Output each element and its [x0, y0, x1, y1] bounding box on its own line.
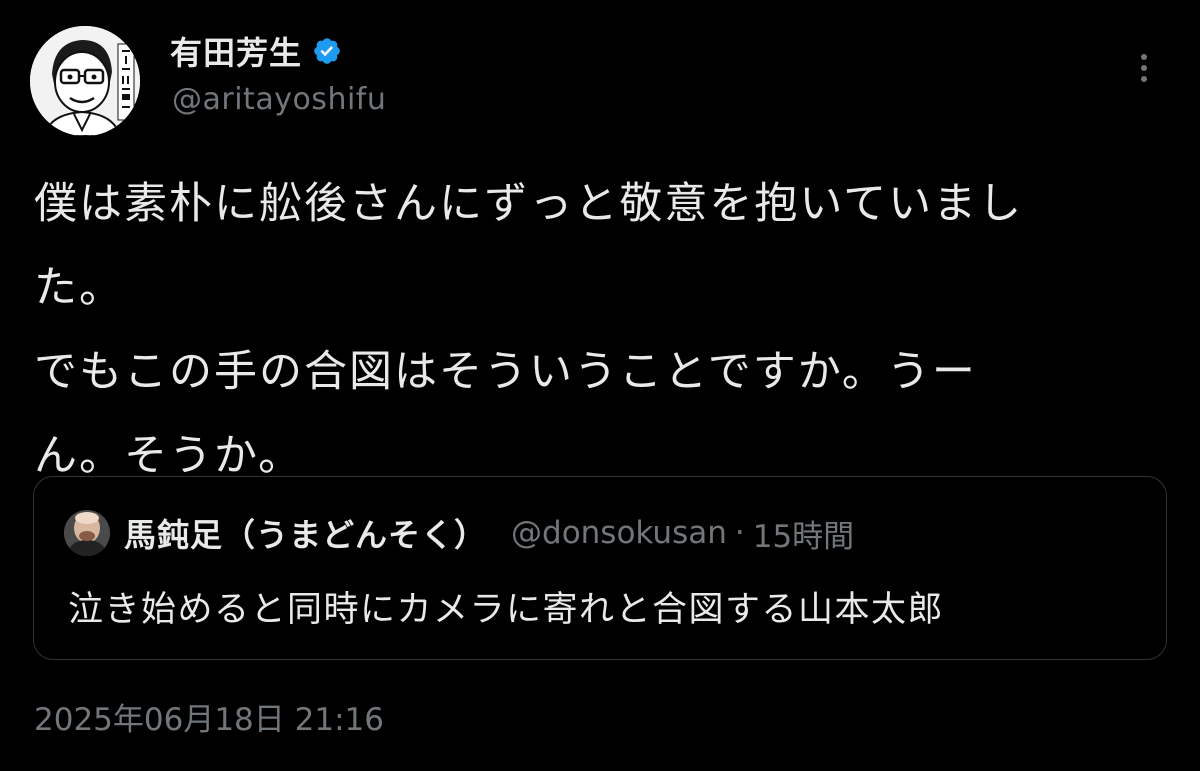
quoted-tweet-card[interactable]: 馬鈍足（うまどんそく） @donsokusan · 15時間 泣き始めると同時に… — [33, 476, 1167, 660]
quoted-separator: · — [734, 515, 745, 551]
quoted-avatar-photo-icon — [64, 510, 110, 556]
tweet-text-line: た。 — [34, 263, 124, 313]
quoted-author-name[interactable]: 馬鈍足（うまどんそく） — [124, 510, 487, 556]
more-options-icon[interactable] — [1132, 48, 1156, 88]
author-name-row: 有田芳生 — [170, 30, 342, 72]
author-name[interactable]: 有田芳生 — [170, 28, 302, 74]
verified-badge-icon — [314, 38, 340, 64]
tweet-text-line: 僕は素朴に舩後さんにずっと敬意を抱いていまし — [34, 179, 1024, 229]
quoted-tweet-text: 泣き始めると同時にカメラに寄れと合図する山本太郎 — [68, 590, 945, 630]
tweet-timestamp[interactable]: 2025年06月18日 21:16 — [34, 694, 384, 739]
quoted-author-avatar[interactable] — [64, 510, 110, 556]
tweet-container: 有田芳生 @aritayoshifu 僕は素朴に舩後さんにずっと敬意を抱いていま… — [0, 0, 1200, 771]
tweet-text: 僕は素朴に舩後さんにずっと敬意を抱いていまし た。 でもこの手の合図はそういうこ… — [34, 162, 1164, 498]
quoted-time[interactable]: 15時間 — [753, 511, 854, 556]
avatar-caricature-icon — [30, 26, 140, 136]
author-avatar[interactable] — [30, 26, 140, 136]
author-handle[interactable]: @aritayoshifu — [172, 82, 386, 117]
quoted-tweet-header: 馬鈍足（うまどんそく） @donsokusan · 15時間 — [64, 510, 854, 556]
tweet-text-line: でもこの手の合図はそういうことですか。うー — [34, 347, 977, 397]
quoted-author-handle[interactable]: @donsokusan — [511, 515, 727, 551]
